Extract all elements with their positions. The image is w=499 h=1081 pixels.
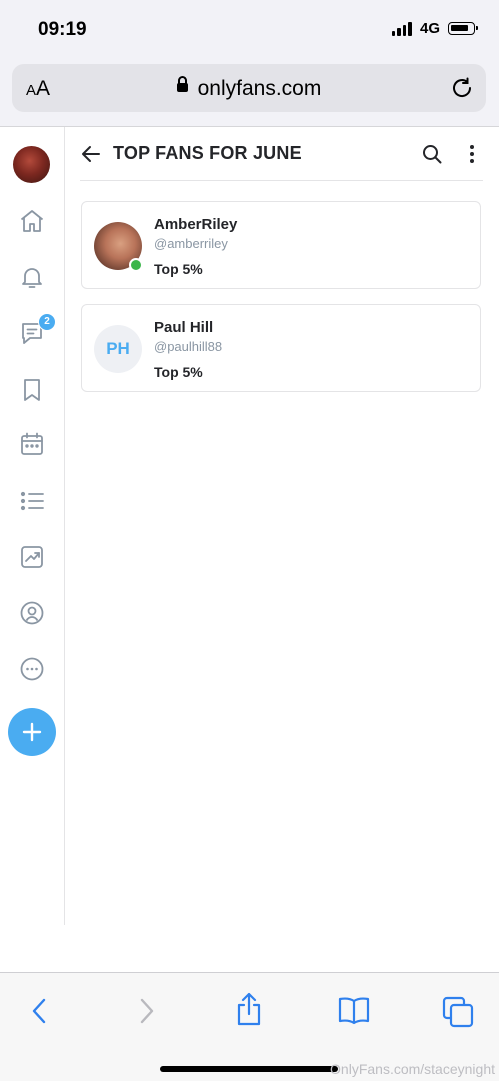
calendar-icon[interactable]: [18, 430, 46, 458]
fan-card[interactable]: AmberRiley @amberriley Top 5%: [81, 201, 481, 289]
status-time: 09:19: [38, 19, 87, 40]
bell-icon[interactable]: [18, 263, 46, 291]
browser-url-area: AA onlyfans.com: [0, 58, 499, 127]
signal-icon: [391, 21, 412, 36]
online-indicator: [129, 258, 143, 272]
reload-icon[interactable]: [450, 76, 474, 100]
status-indicators: 4G: [391, 20, 478, 37]
home-icon[interactable]: [18, 207, 46, 235]
fan-handle: @paulhill88: [154, 339, 223, 354]
more-options-icon[interactable]: [18, 655, 46, 683]
browser-back-icon[interactable]: [28, 995, 52, 1027]
browser-toolbar: OnlyFans.com/staceynight: [0, 972, 499, 1081]
home-indicator[interactable]: [160, 1066, 338, 1072]
tabs-icon[interactable]: [441, 995, 475, 1029]
url-text: onlyfans.com: [197, 77, 322, 100]
user-avatar[interactable]: [13, 146, 50, 183]
fan-avatar-initials[interactable]: PH: [94, 325, 142, 373]
back-arrow-icon[interactable]: [80, 143, 102, 165]
fan-handle: @amberriley: [154, 236, 228, 251]
profile-icon[interactable]: [18, 599, 46, 627]
url-display[interactable]: onlyfans.com: [12, 75, 486, 101]
fan-rank: Top 5%: [154, 364, 203, 380]
fan-name[interactable]: Paul Hill: [154, 319, 213, 336]
messages-badge: 2: [38, 313, 56, 331]
statistics-icon[interactable]: [18, 543, 46, 571]
lock-icon: [176, 75, 188, 92]
plus-icon: [22, 722, 42, 742]
fan-rank: Top 5%: [154, 261, 203, 277]
page-header: TOP FANS FOR JUNE: [80, 127, 483, 181]
watermark: OnlyFans.com/staceynight: [330, 1061, 495, 1077]
new-post-button[interactable]: [8, 708, 56, 756]
list-icon[interactable]: [18, 487, 46, 515]
bookmark-icon[interactable]: [18, 376, 46, 404]
battery-icon: [448, 22, 478, 35]
fan-card[interactable]: PH Paul Hill @paulhill88 Top 5%: [81, 304, 481, 392]
search-icon[interactable]: [421, 143, 443, 165]
page-title: TOP FANS FOR JUNE: [113, 143, 302, 163]
kebab-menu-icon[interactable]: [466, 143, 478, 165]
browser-forward-icon[interactable]: [134, 995, 158, 1027]
status-bar: 09:19 4G: [0, 0, 499, 58]
sidebar-nav: 2: [0, 127, 65, 925]
network-type: 4G: [419, 20, 440, 37]
share-icon[interactable]: [234, 991, 264, 1027]
bookmarks-icon[interactable]: [336, 995, 372, 1027]
address-bar[interactable]: AA onlyfans.com: [12, 64, 486, 112]
fan-name[interactable]: AmberRiley: [154, 216, 237, 233]
